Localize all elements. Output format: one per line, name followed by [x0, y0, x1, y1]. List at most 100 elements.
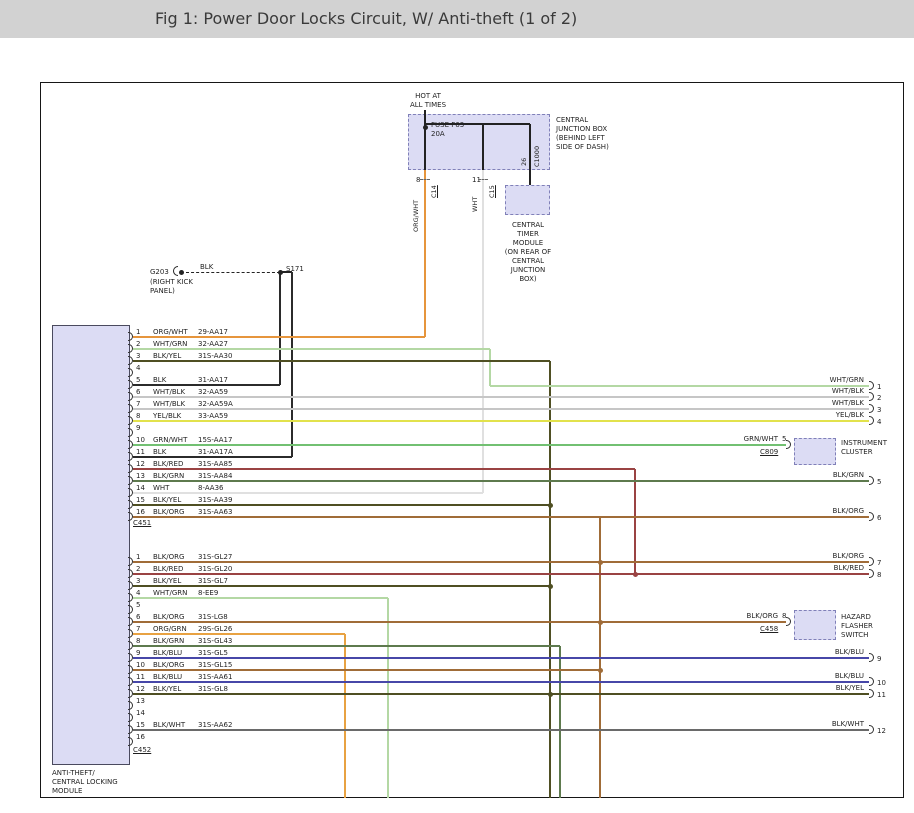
wire-black: [425, 123, 530, 125]
wire-end-bracket: [869, 725, 874, 734]
wire-color-label: WHT: [153, 484, 169, 492]
wire-blk-wht: [133, 729, 869, 731]
wire-color-label: BLK/ORG: [153, 553, 184, 561]
wire-end-bracket: [786, 440, 791, 449]
caption-line: MODULE: [52, 787, 118, 796]
pin-number: 3: [136, 577, 140, 585]
pin-bracket: [128, 464, 133, 473]
splice-dot: [548, 584, 553, 589]
wire-end-bracket: [869, 512, 874, 521]
instrument-cluster-caption: INSTRUMENTCLUSTER: [841, 439, 887, 457]
pin-number: 14: [136, 484, 145, 492]
c1000-connector-label: C1000: [533, 146, 541, 167]
pin-number: 13: [136, 697, 145, 705]
splice-dot: [423, 125, 428, 130]
wire-color-label: BLK: [153, 448, 166, 456]
splice-dot: [598, 668, 603, 673]
circuit-number-label: 29-AA17: [198, 328, 228, 336]
pin-number: 4: [136, 364, 140, 372]
pin-bracket: [128, 605, 133, 614]
anti-theft-module-caption: ANTI-THEFT/CENTRAL LOCKINGMODULE: [52, 769, 118, 796]
pin-bracket: [128, 380, 133, 389]
connector-pin-number: 2: [877, 394, 881, 402]
wire-color-label: BLK/RED: [153, 565, 183, 573]
wire-color-label: BLK/WHT: [756, 720, 864, 728]
connector-pin-number: 7: [877, 559, 881, 567]
wire-blk-org: [133, 516, 869, 518]
caption-line: JUNCTION: [493, 266, 563, 275]
hazard-connector-label: C458: [760, 625, 778, 633]
wire-end-bracket: [869, 677, 874, 686]
wire-color-label: GRN/WHT: [153, 436, 187, 444]
splice-dot: [548, 692, 553, 697]
pin-number: 6: [136, 613, 140, 621]
pin-bracket: [128, 557, 133, 566]
connector-pin-number: 3: [877, 406, 881, 414]
wire-blk-red: [133, 573, 869, 575]
splice-dot: [598, 560, 603, 565]
wire-wht-grn: [133, 597, 388, 599]
splice-dot: [278, 270, 283, 275]
wire-blk-yel: [133, 360, 550, 362]
circuit-number-label: 31S-AA61: [198, 673, 232, 681]
circuit-number-label: 8-AA36: [198, 484, 224, 492]
splice-dot: [179, 270, 184, 275]
wire-color-label: WHT/GRN: [153, 340, 187, 348]
pin-bracket: [128, 428, 133, 437]
pin-number: 6: [136, 388, 140, 396]
pin-bracket: [128, 593, 133, 602]
wire-wht-grn: [387, 598, 389, 798]
wire-wht-blk: [133, 408, 869, 410]
caption-line: HAZARD: [841, 613, 873, 622]
wire-color-label: ORG/GRN: [153, 625, 187, 633]
connector-pin-number: 4: [877, 418, 881, 426]
wire-color-label: BLK/ORG: [756, 507, 864, 515]
pin-number: 5: [136, 601, 140, 609]
caption-line: HOT AT: [398, 92, 458, 101]
pin-bracket: [128, 653, 133, 662]
pin-bracket: [128, 725, 133, 734]
wire-color-label: BLK/BLU: [756, 648, 864, 656]
splice-dot: [598, 620, 603, 625]
pin-number: 5: [136, 376, 140, 384]
wire-color-label: BLK/YEL: [153, 496, 181, 504]
caption-line: CENTRAL LOCKING: [52, 778, 118, 787]
pin-number: 14: [136, 709, 145, 717]
wire-blk: [279, 272, 281, 385]
wire-black: [424, 110, 426, 170]
pin-bracket: [128, 701, 133, 710]
caption-line: CLUSTER: [841, 448, 887, 457]
pin-bracket: [128, 404, 133, 413]
wire-color-label: WHT/BLK: [756, 399, 864, 407]
pin-bracket: [128, 452, 133, 461]
connector-pin-number: 8: [877, 571, 881, 579]
wire-color-label: BLK/RED: [756, 564, 864, 572]
circuit-number-label: 31S-LG8: [198, 613, 228, 621]
central-timer-module-box: [505, 185, 550, 215]
pin-number: 4: [136, 589, 140, 597]
hazard-switch-caption: HAZARDFLASHERSWITCH: [841, 613, 873, 640]
wire-grn-wht: [133, 444, 786, 446]
circuit-number-label: 31S-GL5: [198, 649, 228, 657]
anti-theft-module-box: [52, 325, 130, 765]
pin-bracket: [128, 500, 133, 509]
wire-blk-yel: [133, 693, 869, 695]
caption-line: SIDE OF DASH): [556, 143, 609, 152]
ground-location-caption: (RIGHT KICKPANEL): [150, 278, 193, 296]
circuit-number-label: 32-AA59: [198, 388, 228, 396]
wire-blk-org: [133, 669, 600, 671]
pin-number: 9: [136, 424, 140, 432]
caption-line: JUNCTION BOX: [556, 125, 609, 134]
ground-symbol-icon: [173, 266, 178, 276]
wire-blk-yel: [133, 504, 550, 506]
pin-number: 3: [136, 352, 140, 360]
wire-blk-red: [133, 468, 635, 470]
wire-black: [186, 272, 280, 273]
wire-color-label: BLK/GRN: [756, 471, 864, 479]
ground-wire-color-label: BLK: [200, 263, 213, 271]
fuse-rating-label: 20A: [431, 130, 445, 138]
wire-color-label: BLK/YEL: [153, 577, 181, 585]
wire-color-label: BLK/GRN: [153, 472, 184, 480]
wire-blk-grn: [133, 645, 560, 647]
splice-dot: [633, 572, 638, 577]
